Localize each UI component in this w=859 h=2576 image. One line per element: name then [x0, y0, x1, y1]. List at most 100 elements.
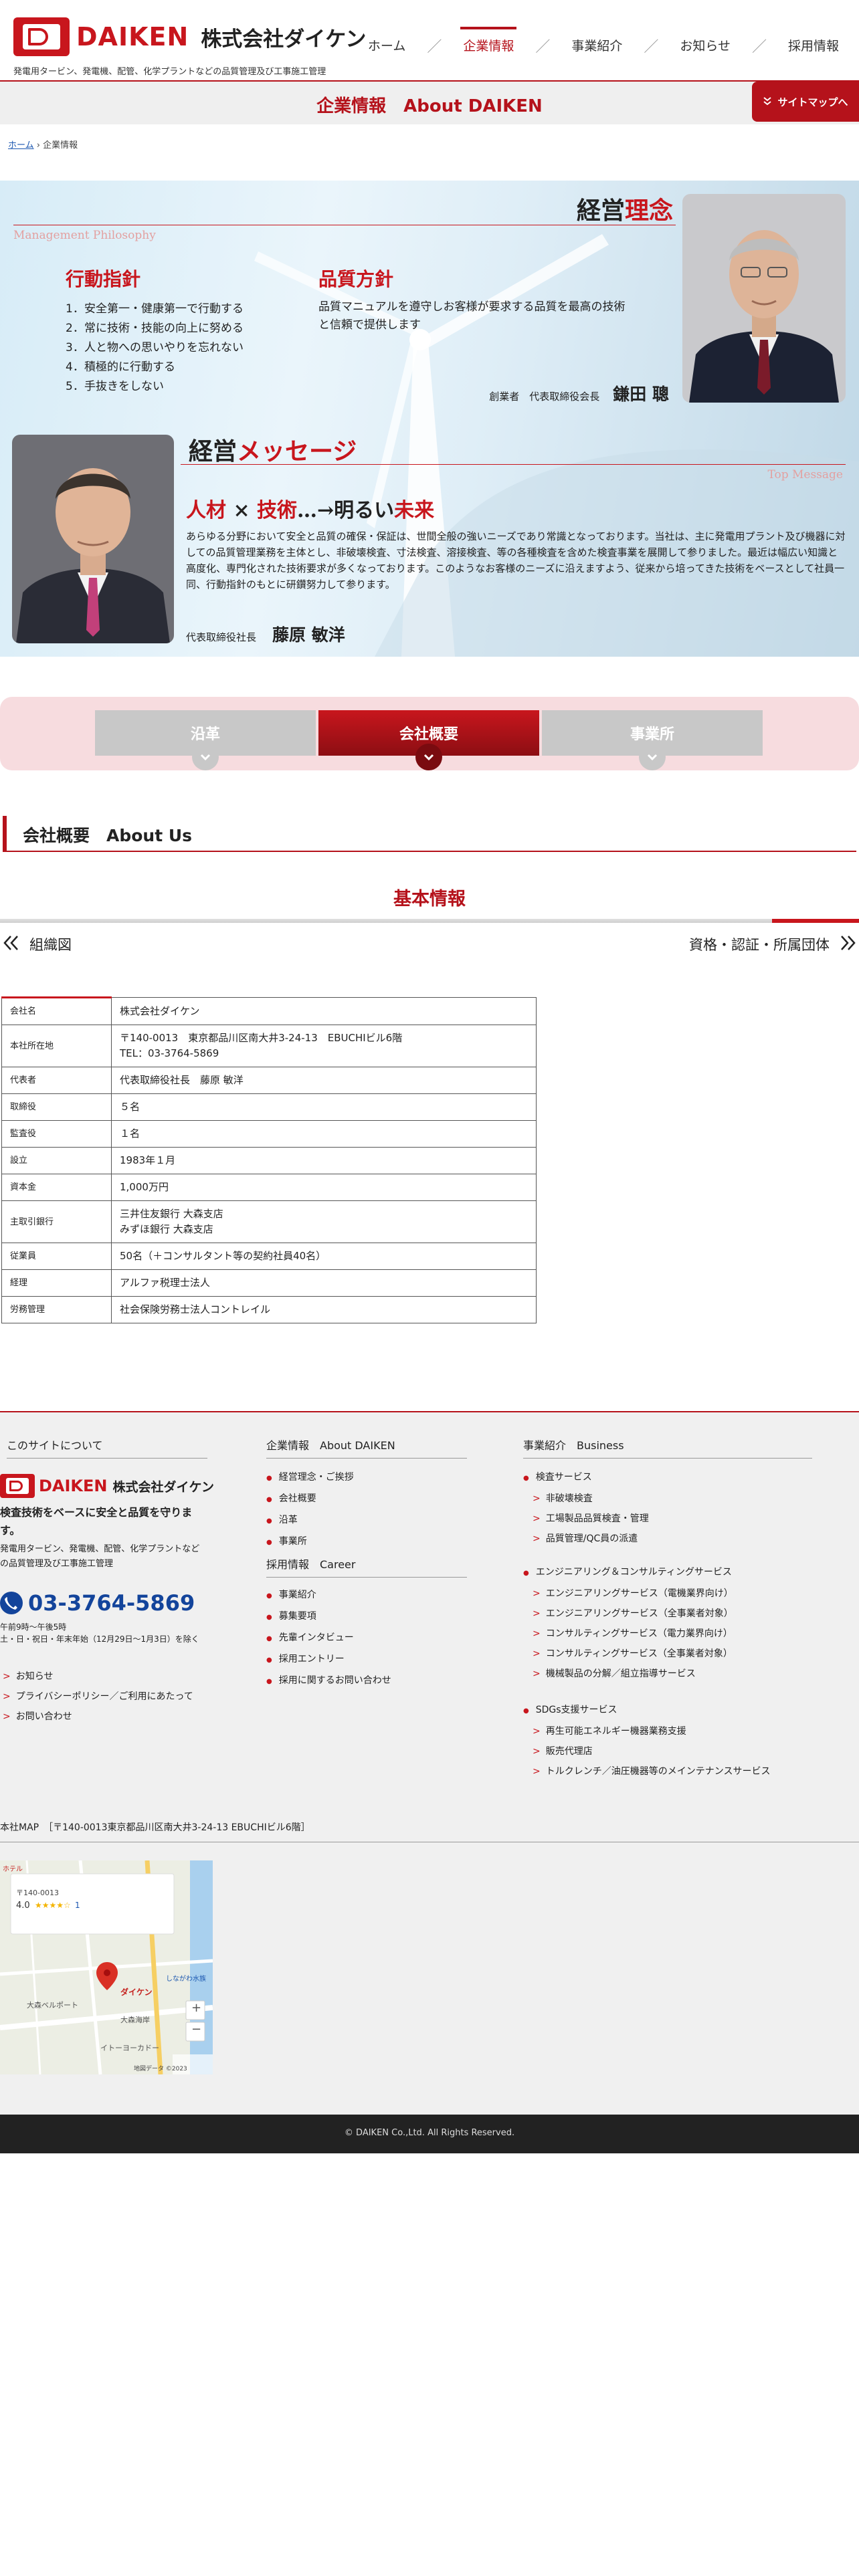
nav-business[interactable]: 事業紹介: [566, 32, 628, 58]
footer-link[interactable]: ● 募集要項: [266, 1606, 391, 1628]
footer-link[interactable]: > 品質管理/QC員の派遣: [523, 1529, 649, 1549]
certifications-link[interactable]: 資格・認証・所属団体: [689, 931, 856, 958]
table-key-cell: 監査役: [1, 1120, 112, 1148]
table-value-cell: 社会保険労務士法人コントレイル: [111, 1296, 537, 1323]
nav-separator: ／: [535, 38, 551, 56]
bullet-icon: ●: [266, 1475, 272, 1482]
footer-link[interactable]: ● 事業所: [266, 1531, 354, 1553]
footer-link[interactable]: ● 事業紹介: [266, 1585, 391, 1606]
list-item: 5．手抜きをしない: [66, 380, 164, 393]
table-row: 代表者 代表取締役社長 藤原 敏洋: [1, 1067, 537, 1094]
footer-link[interactable]: ● 経営理念・ご挨拶: [266, 1467, 354, 1489]
footer-link[interactable]: > 機械製品の分解／組立指導サービス: [523, 1664, 733, 1684]
org-chart-link-label: 組織図: [29, 937, 72, 953]
table-key-cell: 本社所在地: [1, 1025, 112, 1067]
nav-news[interactable]: お知らせ: [674, 32, 736, 58]
footer-link[interactable]: ● 採用に関するお問い合わせ: [266, 1671, 391, 1692]
table-value-cell: 〒140-0013 東京都品川区南大井3-24-13 EBUCHIビル6階 TEL…: [111, 1025, 537, 1067]
table-value-cell: アルファ税理士法人: [111, 1269, 537, 1297]
footer-link[interactable]: > コンサルティングサービス（全事業者対象）: [523, 1644, 733, 1664]
table-row: 主取引銀行 三井住友銀行 大森支店 みずほ銀行 大森支店: [1, 1200, 537, 1243]
footer-link[interactable]: ● SDGs支援サービス: [523, 1700, 770, 1721]
chevron-right-icon: >: [533, 1628, 541, 1639]
list-item: 4．積極的に行動する: [66, 360, 175, 374]
footer-link[interactable]: > お知らせ: [3, 1667, 193, 1687]
map-place-label: ホテル: [3, 1866, 23, 1873]
double-chevron-down-icon: [763, 96, 772, 108]
footer-business-heading: 事業紹介 Business: [523, 1436, 812, 1459]
philosophy-hero: 経営理念 Management Philosophy 行動指針 1．安全第一・健…: [0, 181, 859, 657]
nav-home[interactable]: ホーム: [363, 32, 411, 58]
logo-mark-icon: [13, 17, 70, 56]
founder-signature: 創業者 代表取締役会長 鎌田 聰: [489, 381, 669, 405]
footer-link[interactable]: > エンジニアリングサービス（全事業者対象）: [523, 1604, 733, 1624]
table-key-cell: 資本金: [1, 1174, 112, 1201]
map-zoom-out-button[interactable]: −: [191, 2022, 201, 2036]
map-review-count[interactable]: 1: [75, 1901, 80, 1910]
map-place-label: しながわ水族: [166, 1975, 206, 1983]
footer-link[interactable]: ● 先輩インタビュー: [266, 1628, 391, 1649]
catch-part: 人材: [186, 499, 226, 522]
footer-link[interactable]: > お問い合わせ: [3, 1707, 193, 1727]
footer-logo-wordmark: DAIKEN: [39, 1477, 108, 1495]
table-key-cell: 取締役: [1, 1093, 112, 1121]
footer-link[interactable]: ● 沿革: [266, 1510, 354, 1531]
footer-link[interactable]: ● 採用エントリー: [266, 1649, 391, 1671]
footer-link[interactable]: ● エンジニアリング＆コンサルティングサービス: [523, 1562, 733, 1584]
basic-info-title: 基本情報: [393, 889, 466, 909]
footer-link[interactable]: ● 検査サービス: [523, 1467, 649, 1489]
table-key-cell: 従業員: [1, 1243, 112, 1270]
president-name: 藤原 敏洋: [272, 625, 345, 645]
bullet-icon: ●: [523, 1475, 529, 1482]
embedded-map[interactable]: 〒140-0013 4.0 ★★★★☆ 1 ダイケン 大森ベルポート 大森海岸 …: [0, 1860, 213, 2074]
founder-name: 鎌田 聰: [613, 385, 669, 404]
section-heading-rule: [3, 851, 856, 852]
message-title-b: メッセージ: [237, 437, 357, 465]
sitemap-button[interactable]: サイトマップへ: [752, 82, 859, 122]
message-title: 経営メッセージ: [189, 432, 357, 467]
breadcrumb-home[interactable]: ホーム: [8, 140, 34, 150]
copyright-text: © DAIKEN Co.,Ltd. All Rights Reserved.: [344, 2128, 515, 2138]
footer-about-heading: このサイトについて: [7, 1436, 207, 1459]
table-value-cell: 50名（＋コンサルタント等の契約社員40名）: [111, 1243, 537, 1270]
table-value-line: 株式会社ダイケン: [120, 1004, 200, 1017]
map-pin-label: ダイケン: [120, 1988, 153, 1997]
table-key-cell: 会社名: [1, 996, 112, 1025]
nav-separator: ／: [644, 38, 659, 56]
philosophy-title-b: 理念: [624, 197, 673, 225]
map-zoom-in-button[interactable]: +: [191, 2001, 201, 2015]
table-row: 経理 アルファ税理士法人: [1, 1269, 537, 1297]
footer-link[interactable]: > 非破壊検査: [523, 1489, 649, 1509]
message-title-a: 経営: [189, 437, 237, 465]
chevron-right-icon: >: [533, 1513, 541, 1524]
map-address: 〒140-0013: [16, 1889, 59, 1897]
bullet-icon: ●: [523, 1707, 529, 1715]
sitemap-button-label: サイトマップへ: [777, 96, 848, 108]
footer-link[interactable]: ● 会社概要: [266, 1489, 354, 1510]
footer-logo[interactable]: DAIKEN 株式会社ダイケン: [0, 1474, 214, 1498]
map-place-label: イトーヨーカドー: [100, 2044, 159, 2052]
map-rating: 4.0: [16, 1901, 30, 1911]
bullet-icon: ●: [266, 1635, 272, 1642]
table-row: 資本金 1,000万円: [1, 1174, 537, 1201]
footer-phone[interactable]: 03-3764-5869: [0, 1590, 195, 1616]
site-logo[interactable]: DAIKEN 株式会社ダイケン: [13, 17, 366, 56]
footer-business-group: ● 検査サービス > 非破壊検査 > 工場製品品質検査・管理 > 品質管理/QC員の派遣: [523, 1467, 649, 1549]
footer-link[interactable]: > 販売代理店: [523, 1741, 770, 1761]
footer-link[interactable]: > コンサルティングサービス（電力業界向け）: [523, 1624, 733, 1644]
breadcrumb-current: 企業情報: [43, 140, 78, 150]
footer-link[interactable]: > 工場製品品質検査・管理: [523, 1509, 649, 1529]
nav-recruit[interactable]: 採用情報: [783, 32, 844, 58]
footer-link[interactable]: > エンジニアリングサービス（電機業界向け）: [523, 1584, 733, 1604]
copyright-bar: © DAIKEN Co.,Ltd. All Rights Reserved.: [0, 2115, 859, 2153]
org-chart-link[interactable]: 組織図: [3, 931, 72, 958]
footer-link[interactable]: > 再生可能エネルギー機器業務支援: [523, 1721, 770, 1741]
chevron-right-icon: >: [3, 1671, 11, 1682]
footer-corp-links: ● 経営理念・ご挨拶 ● 会社概要 ● 沿革 ● 事業所: [266, 1467, 354, 1553]
nav-company[interactable]: 企業情報: [458, 27, 519, 58]
footer-link[interactable]: > プライバシーポリシー／ご利用にあたって: [3, 1687, 193, 1707]
footer-link[interactable]: > トルクレンチ／油圧機器等のメインテナンスサービス: [523, 1761, 770, 1782]
footer-about-links: > お知らせ > プライバシーポリシー／ご利用にあたって > お問い合わせ: [3, 1667, 193, 1727]
footer-slogan: 検査技術をベースに安全と品質を守ります。: [0, 1506, 193, 1537]
table-row: 監査役 １名: [1, 1120, 537, 1148]
